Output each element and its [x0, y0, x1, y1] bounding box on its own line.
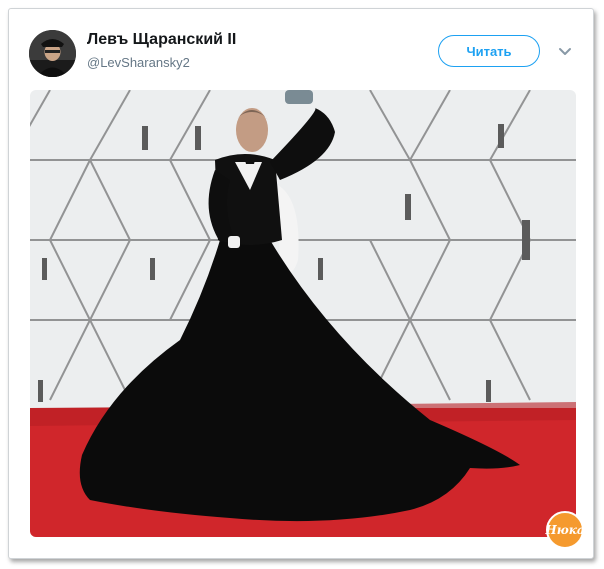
author-avatar[interactable]: [29, 30, 76, 77]
photo-image: [30, 90, 576, 537]
tweet-photo[interactable]: [30, 90, 576, 537]
avatar-portrait-icon: [29, 30, 76, 77]
author-name[interactable]: Левъ Щаранский II: [87, 31, 236, 49]
chevron-down-icon[interactable]: [557, 45, 573, 57]
author-handle[interactable]: @LevSharansky2: [87, 55, 190, 70]
follow-button[interactable]: Читать: [438, 35, 540, 67]
watermark-badge: Нюка: [545, 511, 585, 549]
